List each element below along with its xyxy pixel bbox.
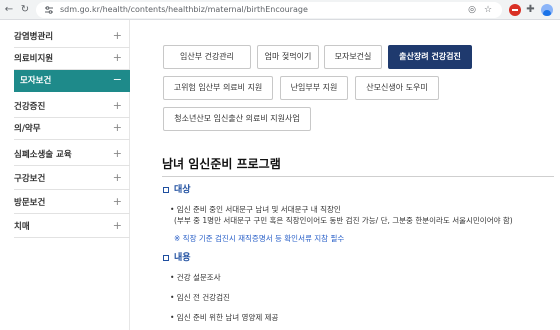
tab-maternal-room[interactable]: 모자보건실 bbox=[324, 45, 382, 69]
tab-label: 산모신생아 도우미 bbox=[366, 83, 428, 92]
sidebar-item-medicine[interactable]: 의/약무 + bbox=[14, 118, 130, 140]
plus-icon: + bbox=[112, 171, 122, 184]
tab-maternal-care[interactable]: 임산부 건강관리 bbox=[163, 45, 251, 69]
minus-icon: − bbox=[112, 73, 122, 86]
site-info-icon[interactable] bbox=[44, 5, 54, 15]
section-heading: 대상 bbox=[174, 185, 191, 195]
list-item: • 임신 전 건강검진 bbox=[170, 293, 230, 302]
tab-label: 출산장려 건강검진 bbox=[399, 52, 461, 61]
tab-label: 난임부부 지원 bbox=[290, 83, 338, 92]
sidebar-item-label: 심폐소생술 교육 bbox=[14, 150, 72, 160]
title-divider bbox=[162, 176, 554, 177]
arrow-back-icon[interactable]: ← bbox=[2, 3, 16, 17]
extension-icon[interactable] bbox=[509, 4, 521, 16]
sidebar-item-maternal-health[interactable]: 모자보건 − bbox=[14, 70, 130, 92]
sidebar-item-infectious-disease[interactable]: 감염병관리 + bbox=[14, 26, 130, 48]
square-bullet-icon bbox=[163, 255, 169, 261]
sidebar-item-label: 치매 bbox=[14, 222, 30, 232]
target-detail: (부부 중 1명만 서대문구 구민 혹은 직장인이어도 동반 검진 가능/ 단,… bbox=[174, 216, 513, 225]
sidebar-item-cpr-education[interactable]: 심폐소생술 교육 + bbox=[14, 144, 130, 166]
sidebar-item-visiting-health[interactable]: 방문보건 + bbox=[14, 192, 130, 214]
address-bar[interactable]: sdm.go.kr/health/contents/healthbiz/mate… bbox=[36, 2, 502, 18]
url-text[interactable]: sdm.go.kr/health/contents/healthbiz/mate… bbox=[60, 4, 308, 16]
browser-toolbar: ← ↻ sdm.go.kr/health/contents/healthbiz/… bbox=[0, 0, 560, 20]
tab-breastfeeding[interactable]: 엄마 젖먹이기 bbox=[257, 45, 319, 69]
page-title: 남녀 임신준비 프로그램 bbox=[162, 157, 281, 171]
sidebar-item-oral-health[interactable]: 구강보건 + bbox=[14, 168, 130, 190]
plus-icon: + bbox=[112, 147, 122, 160]
plus-icon: + bbox=[112, 29, 122, 42]
sidebar-item-label: 건강증진 bbox=[14, 102, 46, 112]
tab-label: 엄마 젖먹이기 bbox=[264, 52, 312, 61]
plus-icon: + bbox=[112, 99, 122, 112]
tab-label: 임산부 건강관리 bbox=[179, 52, 235, 61]
list-item: • 임신 준비 위한 남녀 영양제 제공 bbox=[170, 313, 279, 322]
target-note: ※ 직장 기준 검진시 재직증명서 등 확인서류 지참 필수 bbox=[174, 234, 345, 243]
plus-icon: + bbox=[112, 219, 122, 232]
sidebar-item-medical-support[interactable]: 의료비지원 + bbox=[14, 48, 130, 70]
tab-birth-encourage-checkup[interactable]: 출산장려 건강검진 bbox=[388, 45, 472, 69]
plus-icon: + bbox=[112, 195, 122, 208]
sidebar-item-label: 감염병관리 bbox=[14, 32, 54, 42]
tab-postpartum-helper[interactable]: 산모신생아 도우미 bbox=[355, 76, 439, 100]
section-heading: 내용 bbox=[174, 253, 191, 263]
sidebar-item-label: 구강보건 bbox=[14, 174, 46, 184]
tab-label: 고위험 임산부 의료비 지원 bbox=[173, 83, 263, 92]
eye-off-icon[interactable]: ◎ bbox=[466, 4, 478, 16]
plus-icon: + bbox=[112, 121, 122, 134]
puzzle-icon[interactable]: ✚ bbox=[525, 4, 536, 15]
star-icon[interactable]: ☆ bbox=[482, 4, 494, 16]
target-line: • 임신 준비 중인 서대문구 남녀 및 서대문구 내 직장인 bbox=[170, 205, 341, 214]
tab-infertility-support[interactable]: 난임부부 지원 bbox=[280, 76, 348, 100]
tab-high-risk-support[interactable]: 고위험 임산부 의료비 지원 bbox=[163, 76, 273, 100]
tab-teen-mother-support[interactable]: 청소년산모 임신출산 의료비 지원사업 bbox=[163, 107, 311, 131]
list-item: • 건강 설문조사 bbox=[170, 273, 221, 282]
sidebar-item-dementia[interactable]: 치매 + bbox=[14, 216, 130, 238]
plus-icon: + bbox=[112, 51, 122, 64]
square-bullet-icon bbox=[163, 187, 169, 193]
sidebar-item-label: 의료비지원 bbox=[14, 54, 54, 64]
sidebar-item-label: 모자보건 bbox=[20, 76, 52, 86]
reload-icon[interactable]: ↻ bbox=[18, 3, 32, 17]
sidebar-nav: 감염병관리 + 의료비지원 + 모자보건 − 건강증진 + 의/약무 + 심폐소… bbox=[0, 20, 130, 330]
sidebar-item-health-promotion[interactable]: 건강증진 + bbox=[14, 96, 130, 118]
profile-avatar[interactable] bbox=[541, 4, 553, 16]
tab-label: 청소년산모 임신출산 의료비 지원사업 bbox=[174, 114, 300, 123]
sidebar-item-label: 의/약무 bbox=[14, 124, 41, 134]
tab-label: 모자보건실 bbox=[334, 52, 372, 61]
sidebar-item-label: 방문보건 bbox=[14, 198, 46, 208]
